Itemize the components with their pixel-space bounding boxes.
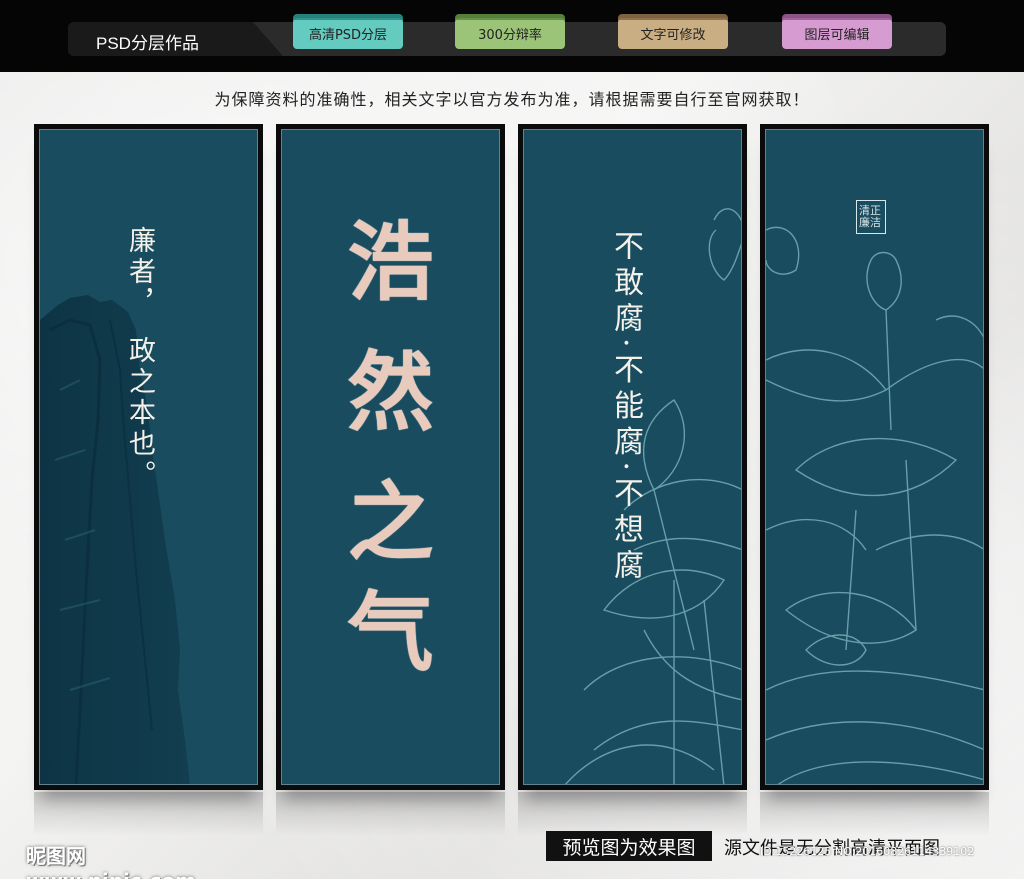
panel-calligraphy: 浩 然 之 气 [276,124,505,790]
id-label: ID:15226125 NO:20160826114339102 [760,845,975,858]
panel-lotus-canvas: 清正廉洁 [765,129,984,785]
panel-shadow [276,792,505,836]
panel-lotus-slogan-canvas: 不敢腐·不能腐·不想腐 [523,129,742,785]
panel-shadow [760,792,989,836]
title-char-1: 浩 [347,212,434,313]
panel-lotus: 清正廉洁 [760,124,989,790]
title-char-3: 之 [347,472,434,573]
slogan-text: 不敢腐·不能腐·不想腐 [608,230,643,586]
brand-title: PSD分层作品 [96,34,199,53]
notice-text: 为保障资料的准确性，相关文字以官方发布为准，请根据需要自行至官网获取！ [214,90,810,109]
top-banner: PSD分层作品 高清PSD分层 300分辩率 文字可修改 图层可编辑 [0,0,1024,72]
quote-line-2: 政之本也。 [124,336,155,491]
panel-calligraphy-canvas: 浩 然 之 气 [281,129,500,785]
panel-mountain: 廉者， 政之本也。 [34,124,263,790]
watermark-logo: 昵图网 www.nipic.com [26,844,196,879]
title-char-2: 然 [347,342,434,443]
panel-lotus-slogan: 不敢腐·不能腐·不想腐 [518,124,747,790]
tag-hd-psd: 高清PSD分层 [293,14,403,49]
quote-line-1: 廉者， [124,226,155,319]
title-char-4: 气 [347,582,434,683]
tag-editable-text: 文字可修改 [618,14,728,49]
lotus-flower-illustration [766,226,983,784]
tag-resolution: 300分辩率 [455,14,565,49]
panel-shadow [34,792,263,836]
preview-label: 预览图为效果图 [546,831,712,861]
tag-editable-layers: 图层可编辑 [782,14,892,49]
panel-mountain-canvas: 廉者， 政之本也。 [39,129,258,785]
panel-shadow [518,792,747,836]
